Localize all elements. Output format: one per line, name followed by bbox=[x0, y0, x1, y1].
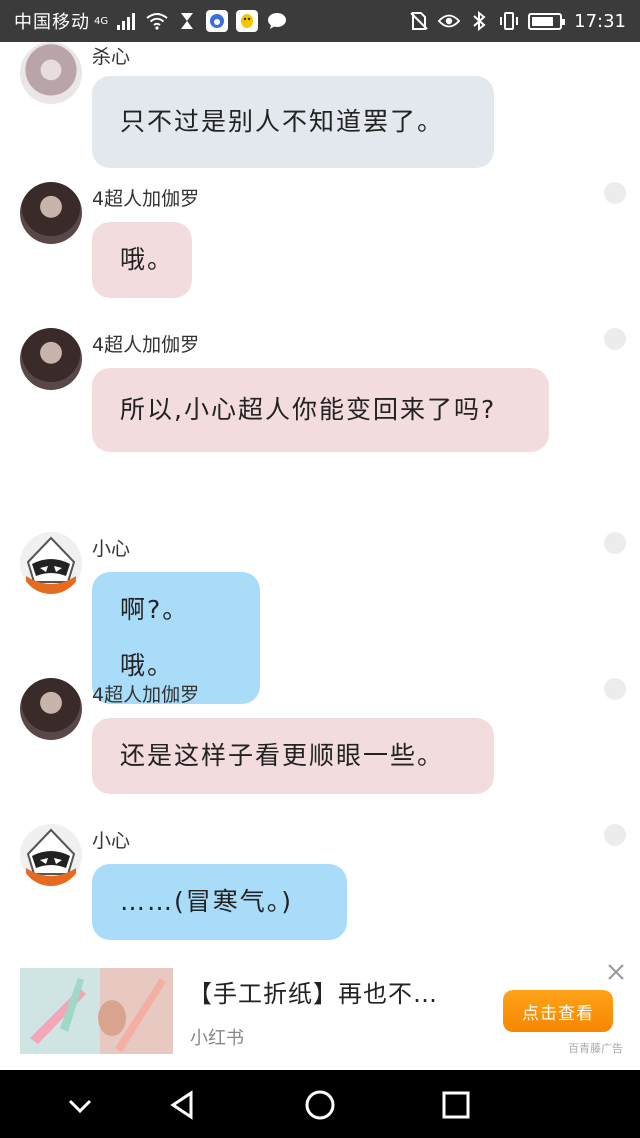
navigation-bar bbox=[0, 1070, 640, 1138]
message-bubble-icon bbox=[266, 10, 288, 32]
avatar[interactable] bbox=[20, 182, 82, 244]
message-bubble[interactable]: 所以,小心超人你能变回来了吗? bbox=[92, 368, 549, 452]
status-right: 17:31 bbox=[408, 10, 626, 32]
vibrate-icon bbox=[498, 10, 520, 32]
bluetooth-icon bbox=[468, 10, 490, 32]
chat-list[interactable]: 杀心 只不过是别人不知道罢了。 4超人加伽罗 哦。 4超人加伽罗 所以,小心超人… bbox=[0, 42, 640, 960]
ad-tag: 百青藤广告 bbox=[568, 1042, 623, 1055]
avatar[interactable] bbox=[20, 328, 82, 390]
close-icon[interactable] bbox=[606, 962, 626, 988]
view-button[interactable]: 点击查看 bbox=[503, 990, 613, 1032]
avatar[interactable] bbox=[20, 532, 82, 594]
avatar[interactable] bbox=[20, 42, 82, 104]
avatar[interactable] bbox=[20, 824, 82, 886]
message-bubble[interactable]: 还是这样子看更顺眼一些。 bbox=[92, 718, 494, 794]
clock: 17:31 bbox=[574, 10, 626, 32]
sender-name: 4超人加伽罗 bbox=[92, 684, 200, 706]
message-bubble[interactable]: ……(冒寒气。) bbox=[92, 864, 347, 940]
unread-dot bbox=[604, 824, 626, 846]
avatar[interactable] bbox=[20, 678, 82, 740]
robot-avatar-icon bbox=[26, 536, 76, 594]
ad-title[interactable]: 【手工折纸】再也不… bbox=[188, 974, 438, 1009]
sender-name: 4超人加伽罗 bbox=[92, 188, 200, 210]
battery-icon bbox=[528, 12, 566, 30]
sender-name: 4超人加伽罗 bbox=[92, 334, 200, 356]
robot-avatar-icon bbox=[26, 828, 76, 886]
recents-square-icon[interactable] bbox=[438, 1087, 474, 1123]
ad-source: 小红书 bbox=[190, 1028, 244, 1049]
unread-dot bbox=[604, 532, 626, 554]
home-circle-icon[interactable] bbox=[302, 1087, 338, 1123]
unread-dot bbox=[604, 678, 626, 700]
wifi-icon bbox=[146, 10, 168, 32]
carrier-label: 中国移动 bbox=[14, 12, 90, 33]
chevron-down-icon[interactable] bbox=[62, 1087, 98, 1123]
network-type: 4G bbox=[94, 15, 109, 27]
baidu-app-icon bbox=[206, 10, 229, 32]
hourglass-icon bbox=[176, 10, 198, 32]
eye-icon bbox=[438, 10, 461, 32]
paper-craft-image bbox=[20, 968, 173, 1054]
message-bubble[interactable]: 只不过是别人不知道罢了。 bbox=[92, 76, 494, 168]
status-bar: 中国移动 4G 17:31 bbox=[0, 0, 640, 42]
sender-name: 杀心 bbox=[92, 46, 131, 68]
unread-dot bbox=[604, 182, 626, 204]
ad-thumbnail[interactable] bbox=[20, 968, 173, 1054]
sender-name: 小心 bbox=[92, 538, 131, 560]
back-triangle-icon[interactable] bbox=[165, 1087, 201, 1123]
ad-banner[interactable]: 【手工折纸】再也不… 小红书 点击查看 百青藤广告 bbox=[0, 960, 640, 1070]
no-sim-icon bbox=[408, 10, 430, 32]
sender-name: 小心 bbox=[92, 830, 131, 852]
status-left: 中国移动 4G bbox=[14, 8, 288, 34]
message-bubble[interactable]: 哦。 bbox=[92, 222, 192, 298]
signal-icon bbox=[116, 10, 138, 32]
qq-app-icon bbox=[236, 10, 259, 32]
unread-dot bbox=[604, 328, 626, 350]
